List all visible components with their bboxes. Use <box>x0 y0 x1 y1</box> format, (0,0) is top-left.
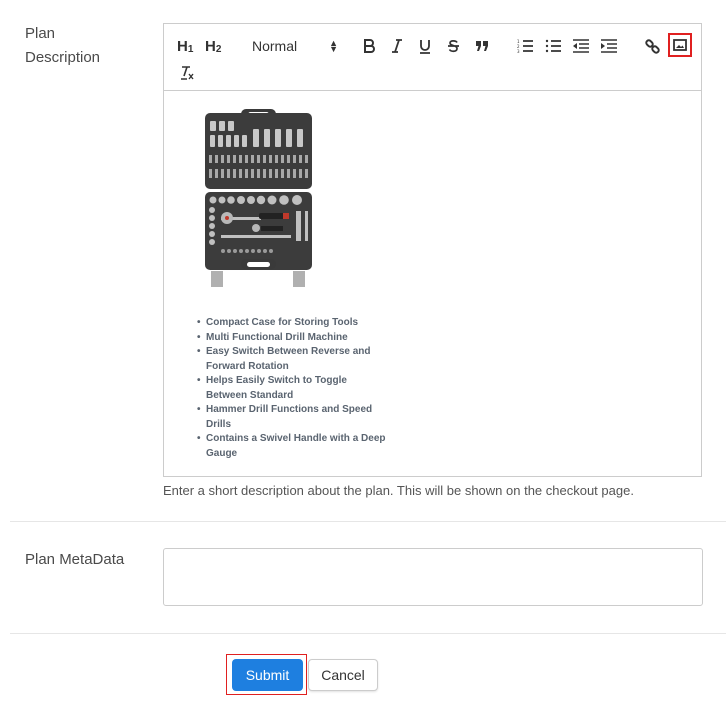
indent-icon <box>601 39 617 53</box>
svg-text:3: 3 <box>517 49 520 53</box>
feature-item: Multi Functional Drill Machine <box>197 331 387 346</box>
outdent-icon <box>573 39 589 53</box>
plan-description-label-line2: Description <box>25 49 101 66</box>
heading-1-icon: H1 <box>177 37 194 55</box>
blockquote-icon <box>476 41 488 51</box>
clear-format-button[interactable] <box>178 62 194 84</box>
heading-1-button[interactable]: H1 <box>177 35 193 57</box>
bold-icon <box>364 39 375 53</box>
feature-item: Easy Switch Between Reverse and Forward … <box>197 345 387 374</box>
indent-button[interactable] <box>600 35 618 57</box>
plan-metadata-label: Plan MetaData <box>25 551 125 568</box>
feature-item: Compact Case for Storing Tools <box>197 316 387 331</box>
image-icon <box>673 39 687 51</box>
feature-item: Contains a Swivel Handle with a Deep Gau… <box>197 432 387 461</box>
format-select-value: Normal <box>252 38 298 54</box>
editor-content[interactable]: Compact Case for Storing Tools Multi Fun… <box>164 91 701 476</box>
editor-toolbar: H1 H2 Normal ▲ ▼ 123 <box>164 24 701 91</box>
plan-metadata-input[interactable] <box>163 548 703 606</box>
bullet-list-button[interactable] <box>544 35 562 57</box>
insert-image-button[interactable] <box>668 33 692 57</box>
link-button[interactable] <box>643 35 661 57</box>
description-editor: H1 H2 Normal ▲ ▼ 123 • Compact Case for … <box>163 23 702 477</box>
features-list: Compact Case for Storing Tools Multi Fun… <box>197 316 387 461</box>
section-divider <box>10 521 726 522</box>
select-arrows-icon: ▲ ▼ <box>329 38 338 54</box>
plan-description-label-line1: Plan <box>25 25 56 42</box>
section-divider <box>10 633 726 634</box>
submit-button[interactable]: Submit <box>232 659 303 691</box>
heading-2-button[interactable]: H2 <box>205 35 221 57</box>
bold-button[interactable] <box>361 35 377 57</box>
plan-description-label: Plan Description <box>25 22 100 70</box>
cancel-button[interactable]: Cancel <box>308 659 378 691</box>
feature-item: Helps Easily Switch to Toggle Between St… <box>197 374 387 403</box>
heading-2-icon: H2 <box>205 37 222 55</box>
link-icon <box>644 38 660 54</box>
strikethrough-button[interactable] <box>445 35 461 57</box>
underline-icon <box>420 39 430 54</box>
italic-button[interactable] <box>389 35 405 57</box>
clear-format-icon <box>180 66 194 80</box>
strikethrough-icon <box>447 40 459 53</box>
underline-button[interactable] <box>417 35 433 57</box>
bullet-list-icon <box>545 39 561 53</box>
ordered-list-icon: 123 <box>517 39 533 53</box>
outdent-button[interactable] <box>572 35 590 57</box>
feature-item: Hammer Drill Functions and Speed Drills <box>197 403 387 432</box>
description-help-text: Enter a short description about the plan… <box>163 483 634 498</box>
format-select[interactable]: Normal ▲ ▼ <box>246 35 338 57</box>
italic-icon <box>392 39 402 53</box>
product-image <box>205 109 312 287</box>
ordered-list-button[interactable]: 123 <box>516 35 534 57</box>
blockquote-button[interactable] <box>473 35 491 57</box>
